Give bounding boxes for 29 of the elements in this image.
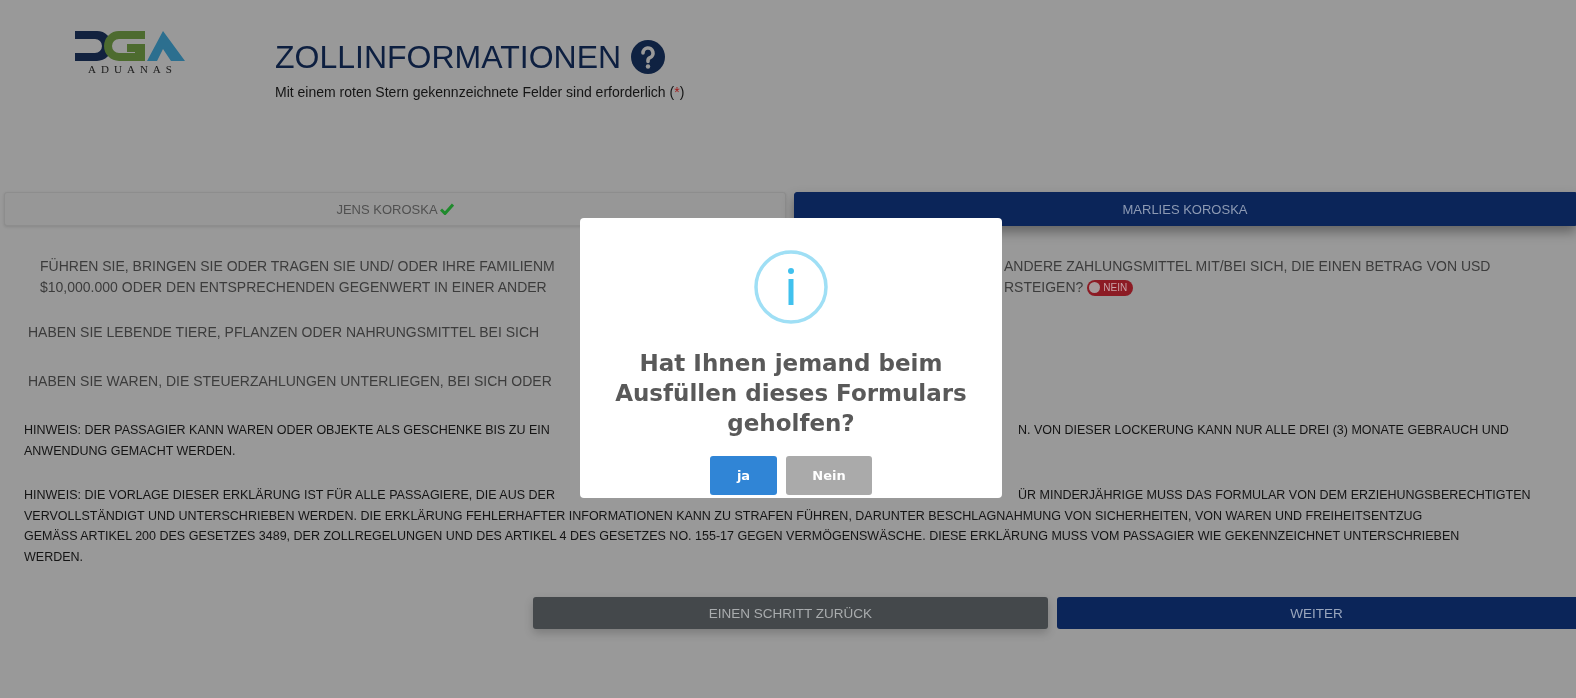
- info-icon: [754, 250, 828, 324]
- back-button[interactable]: EINEN SCHRITT ZURÜCK: [533, 597, 1048, 629]
- question-text: ANDERE ZAHLUNGSMITTEL MIT/BEI SICH, DIE EINEN BETRAG VON USD: [1004, 257, 1491, 276]
- person-tab[interactable]: JENS KOROSKA: [4, 192, 786, 226]
- required-note: Mit einem roten Stern gekennzeichnete Felder sind erforderlich (*): [275, 84, 685, 100]
- note-text: N. VON DIESER LOCKERUNG KANN NUR ALLE DREI (3) MONATE GEBRAUCH UND: [1018, 422, 1509, 439]
- note-text: WERDEN.: [23, 548, 84, 566]
- question-text: RSTEIGEN?: [1004, 278, 1084, 297]
- note-text: ANWENDUNG GEMACHT WERDEN.: [24, 443, 236, 458]
- question-text: HABEN SIE WAREN, DIE STEUERZAHLUNGEN UNTERLIEGEN, BEI SICH ODER: [28, 373, 552, 389]
- dialog-title: Hat Ihnen jemand beim Ausfüllen dieses Formulars geholfen?: [614, 349, 968, 438]
- page-title: ZOLLINFORMATIONEN: [275, 38, 622, 76]
- logo-text: ADUANAS: [87, 63, 177, 75]
- person-tab[interactable]: MARLIES KOROSKA: [794, 192, 1576, 226]
- answer-toggle[interactable]: NEIN: [1087, 279, 1134, 296]
- note-text: VERVOLLSTÄNDIGT UND UNTERSCHRIEBEN WERDEN. DIE ERKLÄRUNG FEHLERHAFTER INFORMATIONEN KANN ZU STRAFEN FÜHREN, DARUNTER BESCHLAGNAHMUNG VON SICHERHEITEN, VON WAREN UND FREIHEITSENTZUG: [23, 507, 1423, 525]
- next-button[interactable]: WEITER: [1057, 597, 1576, 629]
- question-text: $10,000.000 ODER DEN ENTSPRECHENDEN GEGENWERT IN EINER ANDER: [40, 279, 547, 295]
- help-icon[interactable]: [631, 40, 666, 74]
- no-button[interactable]: Nein: [786, 456, 872, 495]
- logo-icon: [75, 31, 185, 61]
- check-icon: [439, 203, 454, 215]
- note-text: HINWEIS: DER PASSAGIER KANN WAREN ODER OBJEKTE ALS GESCHENKE BIS ZU EIN: [24, 423, 550, 437]
- question-text: FÜHREN SIE, BRINGEN SIE ODER TRAGEN SIE UND/ ODER IHRE FAMILIENM: [40, 258, 555, 274]
- note-text: ÜR MINDERJÄHRIGE MUSS DAS FORMULAR VON DEM ERZIEHUNGSBERECHTIGTEN: [1018, 487, 1531, 504]
- question-text: HABEN SIE LEBENDE TIERE, PFLANZEN ODER NAHRUNGSMITTEL BEI SICH: [28, 324, 540, 340]
- note-text: GEMÄSS ARTIKEL 200 DES GESETZES 3489, DER ZOLLREGELUNGEN UND DES ARTIKEL 4 DES GESETZES NO. 155-17 GEGEN VERMÖGENSWÄSCHE. DIESE ERKLÄRUNG MUSS VOM PASSAGIER WIE GEKENNZEICHNET UNTERSCHRIEBEN: [23, 528, 1460, 545]
- note-text: HINWEIS: DIE VORLAGE DIESER ERKLÄRUNG IST FÜR ALLE PASSAGIERE, DIE AUS DER: [24, 488, 555, 502]
- yes-button[interactable]: ja: [710, 456, 777, 495]
